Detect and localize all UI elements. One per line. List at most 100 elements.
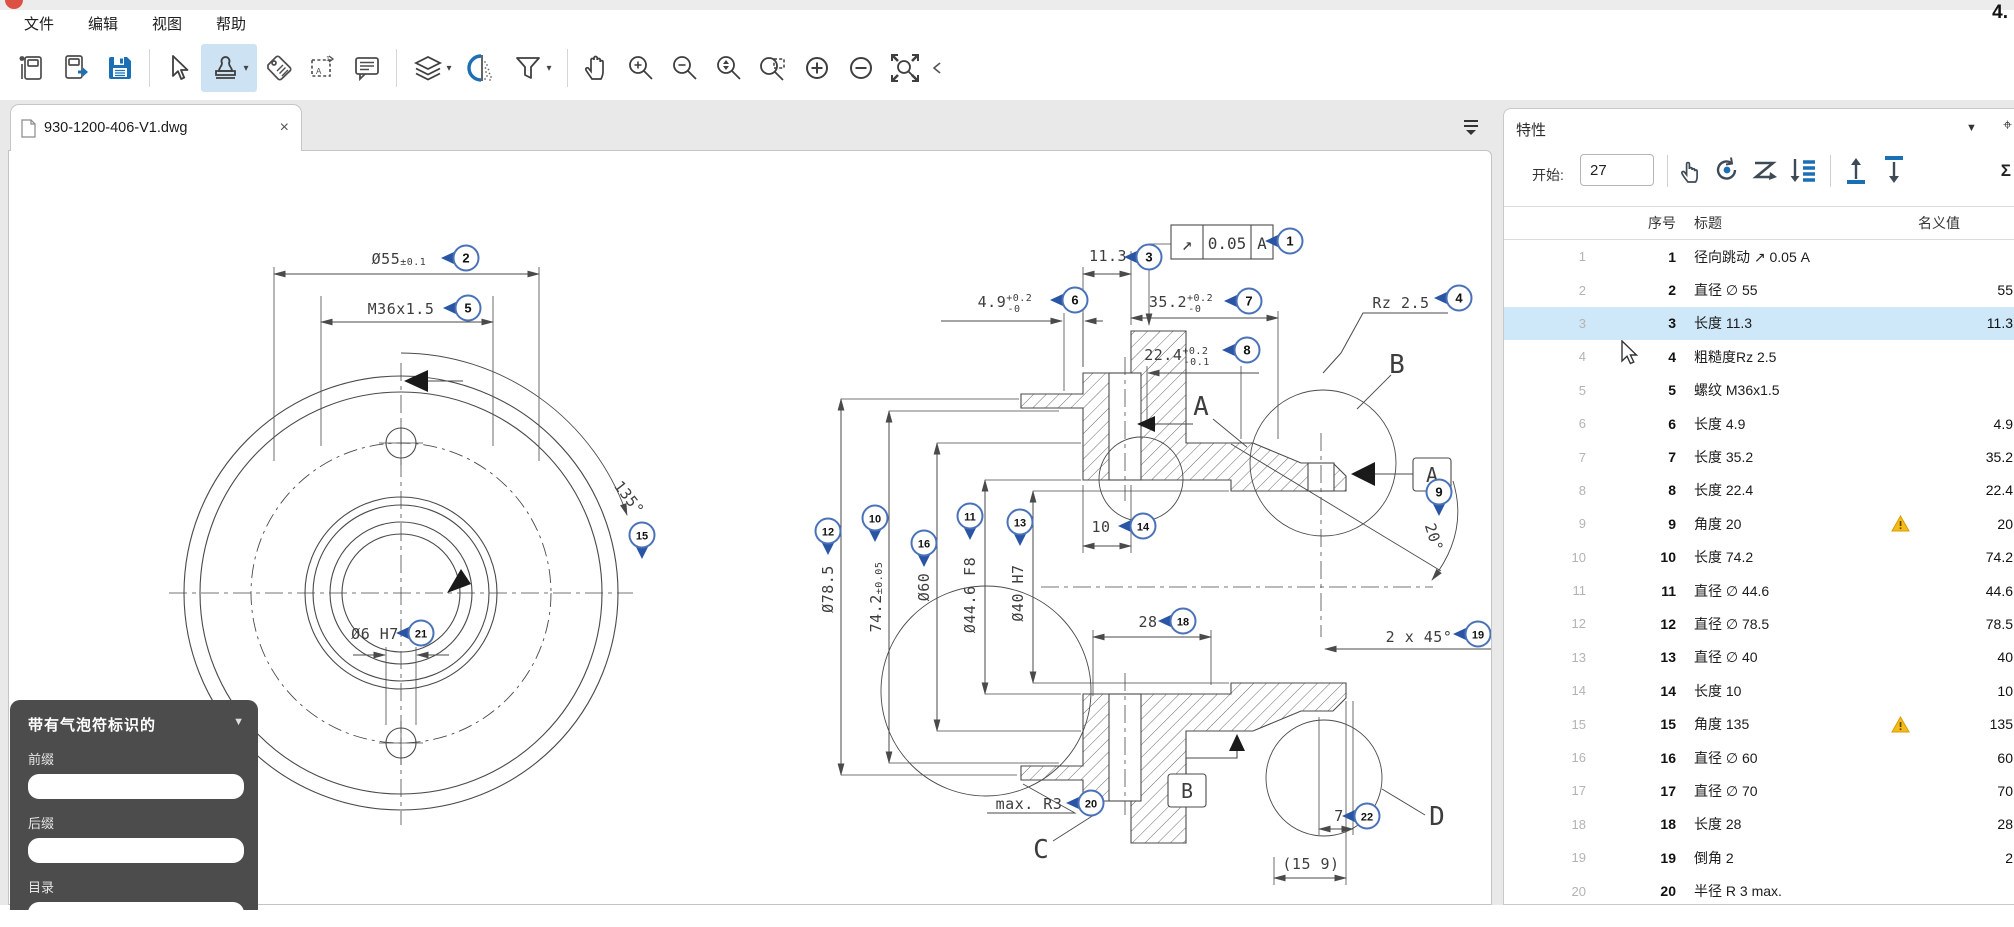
comment-button[interactable] <box>345 44 389 92</box>
table-row[interactable]: 1212直径 ∅ 78.578.5 <box>1504 607 2014 640</box>
properties-collapse-caret[interactable]: ▼ <box>1966 122 1977 134</box>
new-document-button[interactable] <box>10 44 54 92</box>
balloon-panel-collapse-caret[interactable]: ▼ <box>233 716 244 728</box>
balloon-settings-panel: 带有气泡符标识的 ▼ 前缀 后缀 目录 <box>10 700 258 910</box>
column-header-no[interactable]: 序号 <box>1588 213 1676 233</box>
pick-hand-button[interactable] <box>1676 155 1706 185</box>
row-index: 2 <box>1588 282 1676 298</box>
balloon-12[interactable]: 12 <box>816 519 841 556</box>
filter-dropdown-caret[interactable]: ▾ <box>546 63 551 74</box>
balloon-20[interactable]: 20 <box>1066 791 1104 816</box>
sum-button[interactable]: Σ <box>2001 161 2011 181</box>
balloon-19[interactable]: 19 <box>1453 622 1491 647</box>
document-tab[interactable]: 930-1200-406-V1.dwg × <box>10 104 302 151</box>
row-title: 直径 ∅ 40 <box>1676 647 1882 667</box>
table-row[interactable]: 1616直径 ∅ 6060 <box>1504 741 2014 774</box>
balloon-3[interactable]: 3 <box>1124 245 1162 270</box>
zoom-vertical-button[interactable] <box>707 44 751 92</box>
refresh-button[interactable] <box>1712 155 1742 185</box>
table-row[interactable]: 1414长度 1010 <box>1504 674 2014 707</box>
balloon-8[interactable]: 8 <box>1222 338 1260 363</box>
table-row[interactable]: 55螺纹 M36x1.5 <box>1504 374 2014 407</box>
select-region-button[interactable]: A 1 <box>301 44 345 92</box>
table-row[interactable]: 77长度 35.235.2 <box>1504 440 2014 473</box>
balloon-2[interactable]: 2 <box>441 246 479 271</box>
toolbar-collapse-button[interactable] <box>927 44 947 92</box>
move-to-bottom-button[interactable] <box>1879 155 1909 185</box>
balloon-16[interactable]: 16 <box>912 531 937 568</box>
table-row[interactable]: 33长度 11.311.3 <box>1504 307 2014 340</box>
increase-button[interactable] <box>795 44 839 92</box>
table-row[interactable]: 1515角度 135135 <box>1504 707 2014 740</box>
zoom-in-button[interactable] <box>619 44 663 92</box>
dimension-text: Ø78.5 <box>819 565 837 613</box>
prefix-input[interactable] <box>28 774 244 799</box>
menu-item-0[interactable]: 文件 <box>24 13 54 34</box>
table-row[interactable]: 11径向跳动 ↗ 0.05 A <box>1504 240 2014 273</box>
balloon-13[interactable]: 13 <box>1008 510 1033 547</box>
layers-dropdown-caret[interactable]: ▾ <box>446 63 451 74</box>
pan-hand-button[interactable] <box>575 44 619 92</box>
decrease-button[interactable] <box>839 44 883 92</box>
tab-close-button[interactable]: × <box>278 119 291 137</box>
save-button[interactable] <box>98 44 142 92</box>
table-row[interactable]: 1111直径 ∅ 44.644.6 <box>1504 574 2014 607</box>
table-row[interactable]: 1010长度 74.274.2 <box>1504 541 2014 574</box>
stamp-balloon-button[interactable]: ▾ <box>201 44 257 92</box>
table-row[interactable]: 88长度 22.422.4 <box>1504 474 2014 507</box>
balloon-5[interactable]: 5 <box>443 296 481 321</box>
balloon-1[interactable]: 1 <box>1265 229 1303 254</box>
table-row[interactable]: 44粗糙度Rz 2.5 <box>1504 340 2014 373</box>
balloon-22[interactable]: 22 <box>1342 804 1380 829</box>
zoom-window-button[interactable] <box>751 44 795 92</box>
open-document-button[interactable] <box>54 44 98 92</box>
column-header-title[interactable]: 标题 <box>1676 213 1882 233</box>
reorder-path-button[interactable] <box>1750 155 1780 185</box>
menu-item-3[interactable]: 帮助 <box>216 13 246 34</box>
layers-button[interactable]: ▾ <box>404 44 460 92</box>
sort-descending-button[interactable] <box>1787 155 1817 185</box>
move-to-top-button[interactable] <box>1841 155 1871 185</box>
zoom-out-button[interactable] <box>663 44 707 92</box>
balloon-6[interactable]: 6 <box>1050 288 1088 313</box>
table-row[interactable]: 66长度 4.94.9 <box>1504 407 2014 440</box>
zoom-fit-button[interactable] <box>883 44 927 92</box>
row-title: 直径 ∅ 44.6 <box>1676 581 1882 601</box>
column-header-value[interactable]: 名义值 <box>1918 213 2014 233</box>
balloon-10[interactable]: 10 <box>863 506 888 543</box>
select-cursor-button[interactable] <box>157 44 201 92</box>
stamp-dropdown-caret[interactable]: ▾ <box>243 63 248 74</box>
dimension-text: Ø40 H7 <box>1009 564 1027 621</box>
zoom-in-icon <box>625 52 657 84</box>
balloon-panel-title: 带有气泡符标识的 <box>28 714 240 735</box>
table-row[interactable]: 1818长度 2828 <box>1504 808 2014 841</box>
z-order-icon <box>1750 155 1780 185</box>
pin-icon[interactable]: ⌖ <box>2003 117 2012 135</box>
table-row[interactable]: 1717直径 ∅ 7070 <box>1504 774 2014 807</box>
balloon-9[interactable]: 9 <box>1427 480 1452 517</box>
row-gutter-number: 9 <box>1504 516 1588 531</box>
catalog-input[interactable] <box>28 902 244 927</box>
start-number-input[interactable] <box>1580 154 1654 186</box>
tabs-menu-button[interactable] <box>1461 118 1483 138</box>
table-row[interactable]: 22直径 ∅ 5555 <box>1504 273 2014 306</box>
balloon-18[interactable]: 18 <box>1158 609 1196 634</box>
compare-halves-button[interactable] <box>460 44 504 92</box>
table-row[interactable]: 1919倒角 22 <box>1504 841 2014 874</box>
suffix-input[interactable] <box>28 838 244 863</box>
filter-button[interactable]: ▾ <box>504 44 560 92</box>
row-title: 长度 35.2 <box>1676 447 1882 467</box>
menu-item-1[interactable]: 编辑 <box>88 13 118 34</box>
row-index: 10 <box>1588 549 1676 565</box>
balloon-7[interactable]: 7 <box>1224 289 1262 314</box>
balloon-4[interactable]: 4 <box>1434 286 1472 311</box>
balloon-15[interactable]: 15 <box>630 523 655 560</box>
tag-button[interactable] <box>257 44 301 92</box>
table-row[interactable]: 1313直径 ∅ 4040 <box>1504 641 2014 674</box>
table-row[interactable]: 2020半径 R 3 max. <box>1504 874 2014 905</box>
menu-item-2[interactable]: 视图 <box>152 13 182 34</box>
row-index: 1 <box>1588 249 1676 265</box>
table-row[interactable]: 99角度 2020 <box>1504 507 2014 540</box>
balloon-11[interactable]: 11 <box>958 504 983 541</box>
balloon-21[interactable]: 21 <box>396 621 434 646</box>
